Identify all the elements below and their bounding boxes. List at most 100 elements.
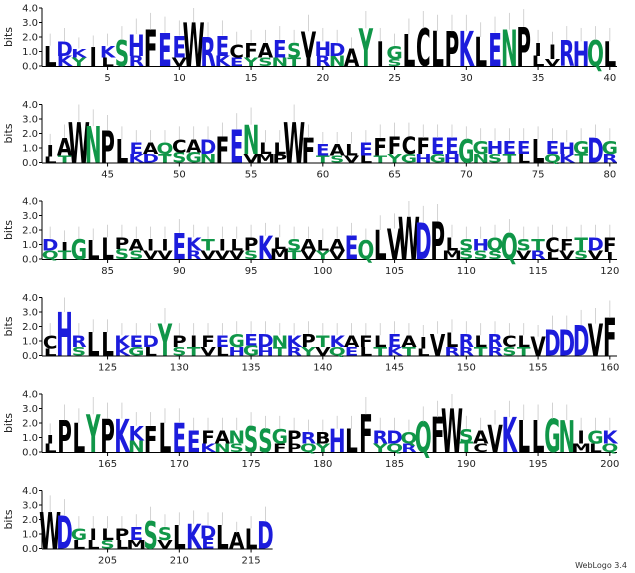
logo-letter-S: S: [143, 515, 157, 559]
logo-letter-Y: Y: [358, 20, 373, 79]
logo-letter-I: I: [534, 40, 541, 61]
x-tick-label: 65: [388, 170, 401, 181]
logo-letter-E: E: [129, 140, 143, 159]
logo-letter-C: C: [416, 20, 431, 79]
logo-letter-E: E: [359, 139, 373, 160]
x-tick-label: 185: [385, 459, 404, 470]
logo-letter-I: I: [219, 236, 226, 255]
x-tick-label: 205: [98, 556, 117, 567]
logo-letter-S: S: [258, 423, 272, 460]
logo-letter-A: A: [329, 236, 344, 255]
logo-letter-F: F: [560, 236, 574, 255]
x-tick-label: 80: [603, 170, 616, 181]
x-tick-label: 95: [245, 266, 258, 277]
logo-letter-D: D: [42, 236, 59, 255]
logo-letter-E: E: [388, 331, 402, 352]
logo-letter-I: I: [90, 526, 97, 545]
logo-letter-E: E: [216, 333, 230, 352]
y-tick-label: 2.0: [22, 322, 38, 333]
y-axis-label: bits: [2, 123, 15, 143]
logo-letter-R: R: [200, 31, 215, 77]
logo-letter-L: L: [101, 526, 114, 545]
logo-letter-T: T: [531, 236, 545, 255]
x-tick-label: 50: [173, 170, 186, 181]
y-tick-label: 1.0: [22, 144, 38, 155]
logo-letter-Q: Q: [157, 140, 174, 159]
logo-letter-L: L: [446, 234, 459, 255]
y-tick-label: 3.0: [22, 211, 38, 222]
logo-letter-R: R: [71, 333, 86, 352]
logo-letter-D: D: [142, 333, 159, 352]
logo-letter-I: I: [190, 333, 197, 352]
x-tick-label: 35: [532, 73, 545, 84]
logo-row-6: bits0.01.02.03.04.0205 210 215WD LGLISLLPME…: [2, 486, 274, 567]
y-tick-label: 0.0: [22, 448, 38, 459]
y-tick-label: 0.0: [22, 158, 38, 169]
logo-letter-L: L: [532, 134, 545, 171]
y-axis-label: bits: [2, 316, 15, 336]
logo-letter-S: S: [287, 236, 301, 255]
logo-letter-D: D: [257, 515, 274, 559]
logo-letter-I: I: [90, 44, 97, 73]
logo-row-1: bits0.01.02.03.04.05 10 15 20 25 30 35 40L KDYK I…: [2, 4, 617, 84]
logo-letter-R: R: [487, 331, 503, 352]
x-tick-label: 125: [98, 363, 117, 374]
logo-letter-E: E: [129, 333, 143, 352]
x-tick-label: 5: [104, 73, 110, 84]
y-tick-label: 0.0: [22, 62, 38, 73]
logo-letter-G: G: [71, 526, 87, 545]
y-tick-label: 4.0: [22, 4, 38, 15]
y-tick-label: 3.0: [22, 308, 38, 319]
x-tick-label: 210: [170, 556, 189, 567]
logo-letter-I: I: [46, 143, 53, 162]
logo-letter-L: L: [474, 333, 487, 352]
logo-letter-L: L: [316, 238, 329, 254]
logo-letter-F: F: [201, 333, 215, 352]
logo-letter-L: L: [345, 141, 358, 160]
weblogo-credit: WebLogo 3.4: [575, 561, 627, 570]
x-tick-label: 40: [603, 73, 616, 84]
logo-letter-K: K: [71, 46, 88, 60]
y-tick-label: 2.0: [22, 515, 38, 526]
logo-row-2: bits0.01.02.03.04.045 50 55 60 65 70 75 80LI TAW…: [2, 100, 618, 181]
logo-letter-L: L: [517, 333, 530, 352]
x-tick-label: 180: [313, 459, 332, 470]
logo-letter-L: L: [101, 327, 114, 364]
logo-letter-P: P: [115, 235, 130, 254]
logo-letter-P: P: [172, 333, 187, 352]
logo-letter-H: H: [487, 138, 504, 159]
x-tick-label: 25: [388, 73, 401, 84]
logo-letter-Q: Q: [357, 237, 374, 266]
sequence-logo-chart: bits0.01.02.03.04.05 10 15 20 25 30 35 40L KDYK I…: [2, 4, 619, 567]
x-tick-label: 110: [457, 266, 476, 277]
logo-letter-A: A: [301, 236, 316, 255]
logo-letter-G: G: [386, 43, 402, 64]
logo-letter-I: I: [577, 427, 584, 448]
logo-letter-E: E: [273, 37, 287, 64]
logo-letter-H: H: [329, 423, 346, 460]
y-tick-label: 4.0: [22, 486, 38, 497]
y-tick-label: 3.0: [22, 404, 38, 415]
logo-letter-F: F: [373, 135, 387, 162]
logo-letter-P: P: [301, 331, 316, 352]
logo-letter-A: A: [329, 141, 344, 160]
logo-letter-C: C: [229, 41, 244, 62]
y-tick-label: 2.0: [22, 33, 38, 44]
logo-letter-S: S: [517, 236, 531, 255]
logo-letter-A: A: [129, 236, 144, 255]
y-tick-label: 4.0: [22, 197, 38, 208]
y-tick-label: 1.0: [22, 530, 38, 541]
y-tick-label: 1.0: [22, 433, 38, 444]
logo-letter-L: L: [73, 417, 86, 463]
y-tick-label: 3.0: [22, 18, 38, 29]
logo-letter-D: D: [587, 234, 604, 255]
y-tick-label: 0.0: [22, 544, 38, 555]
y-tick-label: 4.0: [22, 293, 38, 304]
logo-letter-R: R: [459, 331, 475, 352]
logo-letter-L: L: [173, 520, 186, 557]
logo-letter-L: L: [273, 235, 286, 254]
x-tick-label: 130: [170, 363, 189, 374]
x-tick-label: 20: [316, 73, 329, 84]
logo-letter-F: F: [359, 333, 373, 352]
logo-letter-E: E: [345, 230, 359, 267]
